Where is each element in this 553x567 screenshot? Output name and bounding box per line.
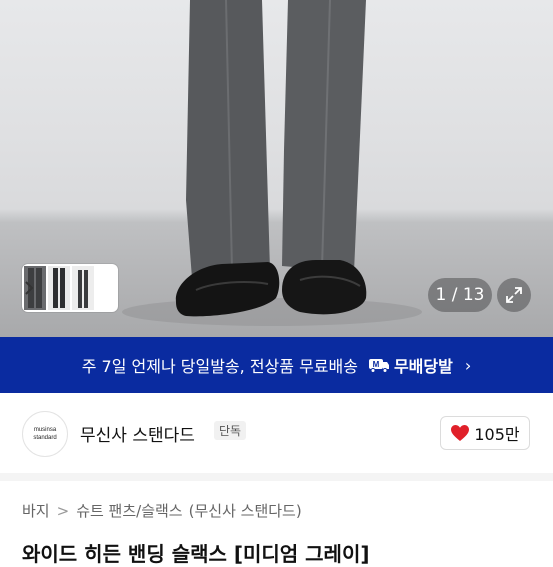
- logo-line-2: standard: [33, 435, 57, 441]
- image-counter: 1 / 13: [428, 278, 492, 312]
- banner-text: 주 7일 언제나 당일발송, 전상품 무료배송: [81, 357, 358, 376]
- brand-logo[interactable]: musinsa standard: [22, 411, 68, 457]
- breadcrumb-item[interactable]: 바지: [22, 500, 50, 521]
- chevron-right-icon: ›: [464, 355, 472, 375]
- chevron-right-icon[interactable]: [22, 278, 36, 298]
- delivery-badge: M 무배당발: [368, 353, 453, 377]
- svg-text:M: M: [373, 360, 380, 369]
- breadcrumb-separator: >: [56, 501, 70, 520]
- expand-button[interactable]: [497, 278, 531, 312]
- like-button[interactable]: 105만: [440, 416, 530, 450]
- exclusive-badge: 단독: [214, 421, 247, 440]
- logo-line-1: musinsa: [33, 427, 57, 433]
- product-image-gallery[interactable]: 1 / 13: [0, 0, 553, 337]
- breadcrumb-item[interactable]: (무신사 스탠다드): [189, 500, 302, 521]
- section-divider: [0, 473, 553, 481]
- heart-icon: [451, 425, 470, 441]
- m-truck-icon: M: [368, 359, 389, 373]
- delivery-banner[interactable]: 주 7일 언제나 당일발송, 전상품 무료배송 M 무배당발 ›: [0, 337, 553, 393]
- breadcrumb-item[interactable]: 슈트 팬츠/슬랙스: [76, 500, 182, 521]
- brand-name[interactable]: 무신사 스탠다드: [80, 421, 195, 446]
- like-count: 105만: [474, 425, 520, 444]
- breadcrumb: 바지 > 슈트 팬츠/슬랙스 (무신사 스탠다드): [22, 500, 302, 521]
- brand-row: musinsa standard 무신사 스탠다드 단독 105만: [0, 393, 553, 473]
- thumbnail-images: [24, 266, 94, 310]
- badge-label: 무배당발: [393, 357, 453, 376]
- expand-icon: [506, 287, 522, 303]
- thumbnail-strip[interactable]: [22, 264, 118, 312]
